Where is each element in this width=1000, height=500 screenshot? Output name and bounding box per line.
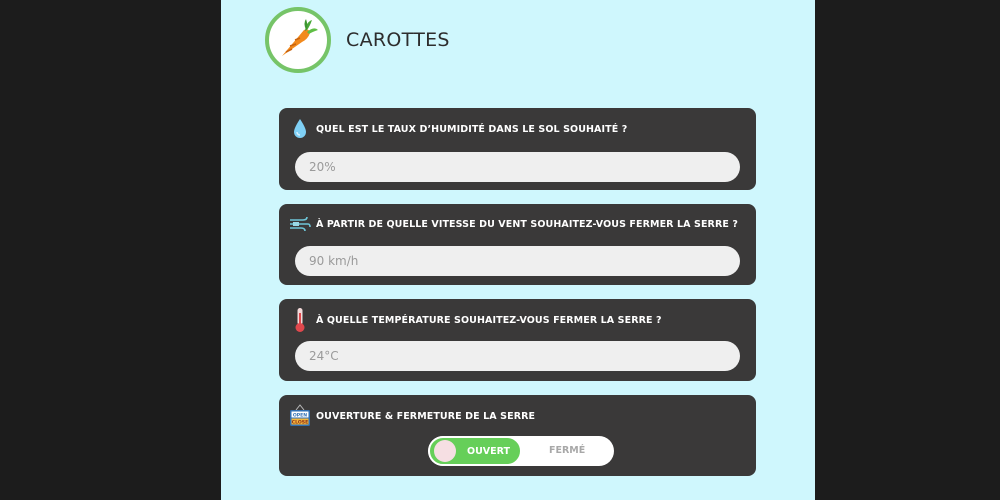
humidity-question-label: QUEL EST LE TAUX D’HUMIDITÉ DANS LE SOL … xyxy=(316,123,628,135)
wind-question-label: À PARTIR DE QUELLE VITESSE DU VENT SOUHA… xyxy=(316,218,738,230)
carrot-icon xyxy=(276,16,320,64)
toggle-knob[interactable] xyxy=(434,440,456,462)
open-close-sign-icon: OPEN CLOSE xyxy=(289,404,311,428)
wind-icon xyxy=(289,212,311,236)
wind-speed-input[interactable] xyxy=(295,246,740,276)
greenhouse-door-card: OPEN CLOSE OUVERTURE & FERMETURE DE LA S… xyxy=(279,395,756,476)
open-close-toggle[interactable]: OUVERT FERMÉ xyxy=(428,436,614,466)
door-question-label: OUVERTURE & FERMETURE DE LA SERRE xyxy=(316,410,536,422)
page-header: CAROTTES xyxy=(265,4,450,76)
temperature-card: À QUELLE TEMPÉRATURE SOUHAITEZ-VOUS FERM… xyxy=(279,299,756,381)
temperature-input[interactable] xyxy=(295,341,740,371)
toggle-open-option[interactable]: OUVERT xyxy=(428,436,522,466)
thermometer-icon xyxy=(289,308,311,332)
humidity-card: QUEL EST LE TAUX D’HUMIDITÉ DANS LE SOL … xyxy=(279,108,756,190)
water-drop-icon xyxy=(289,117,311,141)
wind-card: À PARTIR DE QUELLE VITESSE DU VENT SOUHA… xyxy=(279,204,756,285)
page-title: CAROTTES xyxy=(346,29,450,51)
toggle-closed-option[interactable]: FERMÉ xyxy=(549,436,585,466)
sign-open-text: OPEN xyxy=(293,412,307,418)
toggle-open-label: OUVERT xyxy=(467,445,511,457)
sign-close-text: CLOSE xyxy=(292,419,309,425)
temperature-question-label: À QUELLE TEMPÉRATURE SOUHAITEZ-VOUS FERM… xyxy=(316,314,662,326)
avatar xyxy=(265,7,331,73)
humidity-input[interactable] xyxy=(295,152,740,182)
